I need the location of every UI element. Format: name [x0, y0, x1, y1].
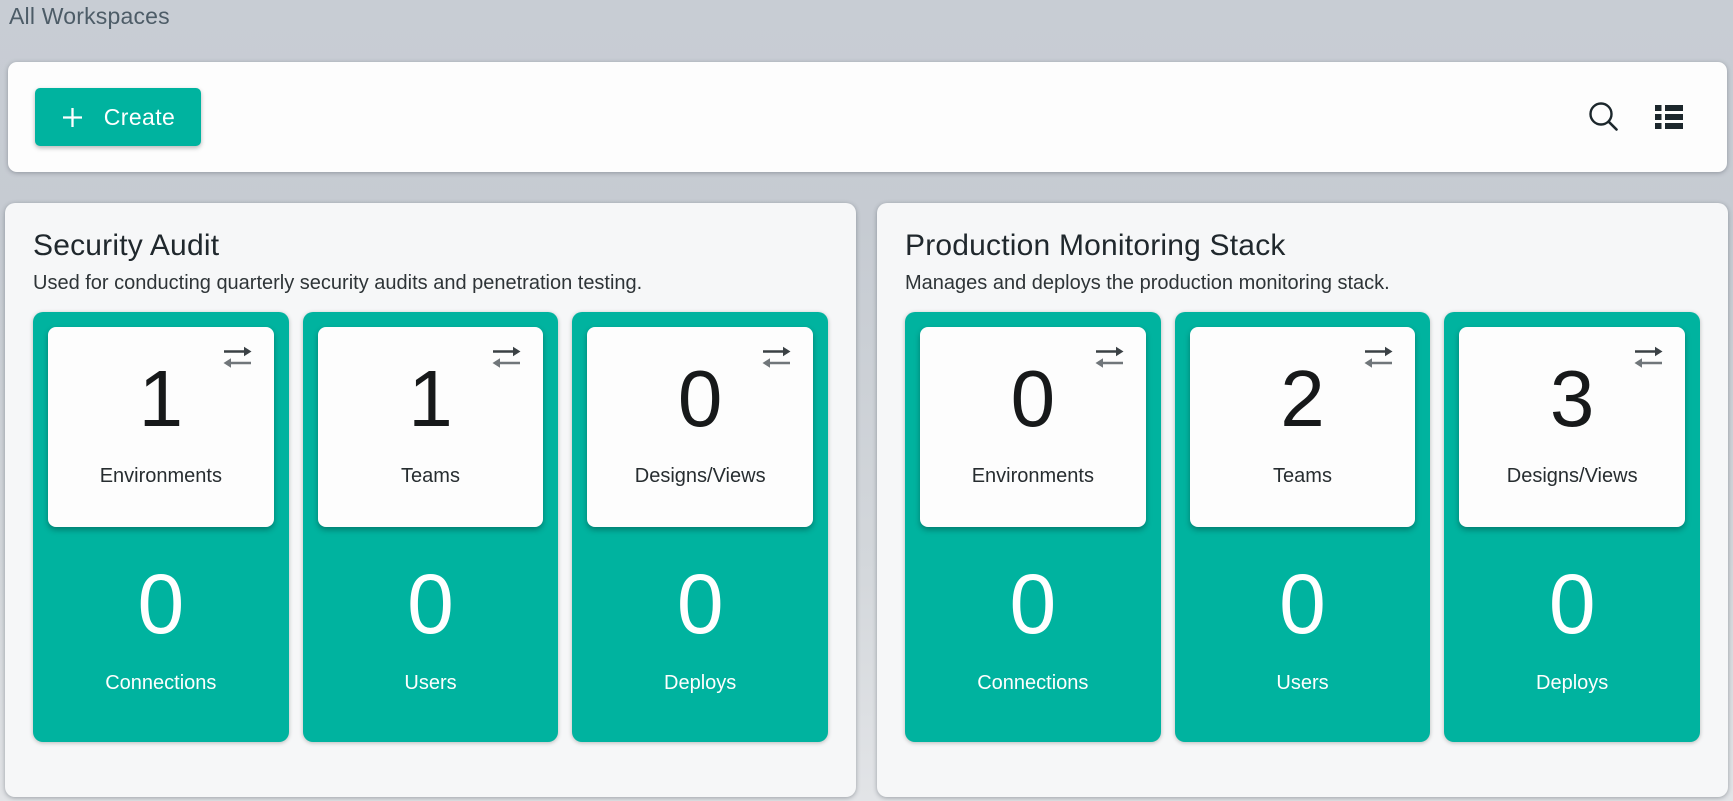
list-view-button[interactable] — [1647, 98, 1691, 136]
swap-arrows-icon[interactable] — [222, 346, 253, 369]
stat-top-label: Designs/Views — [1507, 465, 1638, 488]
stat-bottom-label: Users — [404, 672, 456, 695]
workspace-title: Production Monitoring Stack — [905, 229, 1700, 263]
stat-bottom-value: 0 — [1549, 536, 1596, 672]
stat-top-label: Environments — [100, 465, 222, 488]
search-icon — [1585, 99, 1621, 135]
stat-tiles: 0 Environments 0 Connections 2 — [905, 312, 1700, 742]
toolbar: Create — [8, 62, 1727, 172]
stat-tile-top: 1 Environments — [48, 327, 274, 527]
stat-bottom-label: Users — [1276, 672, 1328, 695]
stat-tile-environments[interactable]: 1 Environments 0 Connections — [33, 312, 289, 742]
stat-tile-teams[interactable]: 2 Teams 0 Users — [1175, 312, 1431, 742]
stat-top-value: 1 — [139, 333, 184, 465]
stat-top-label: Designs/Views — [635, 465, 766, 488]
swap-arrows-icon[interactable] — [491, 346, 522, 369]
workspace-description: Used for conducting quarterly security a… — [33, 272, 828, 295]
stat-tile-bottom: 0 Users — [1175, 527, 1431, 742]
stat-bottom-value: 0 — [407, 536, 454, 672]
stat-tile-bottom: 0 Deploys — [1444, 527, 1700, 742]
stat-tile-bottom: 0 Deploys — [572, 527, 828, 742]
stat-top-label: Environments — [972, 465, 1094, 488]
stat-top-value: 1 — [408, 333, 453, 465]
stat-bottom-value: 0 — [1009, 536, 1056, 672]
stat-tiles: 1 Environments 0 Connections 1 — [33, 312, 828, 742]
stat-bottom-value: 0 — [677, 536, 724, 672]
stat-top-value: 0 — [678, 333, 723, 465]
page-title: All Workspaces — [9, 3, 170, 30]
stat-bottom-label: Connections — [105, 672, 216, 695]
plus-icon — [61, 106, 84, 129]
stat-top-value: 3 — [1550, 333, 1595, 465]
stat-bottom-value: 0 — [1279, 536, 1326, 672]
workspace-description: Manages and deploys the production monit… — [905, 272, 1700, 295]
swap-arrows-icon[interactable] — [1363, 346, 1394, 369]
stat-top-label: Teams — [1273, 465, 1332, 488]
workspace-card: Security Audit Used for conducting quart… — [5, 203, 856, 797]
stat-tile-designs[interactable]: 0 Designs/Views 0 Deploys — [572, 312, 828, 742]
workspace-card: Production Monitoring Stack Manages and … — [877, 203, 1728, 797]
create-button[interactable]: Create — [35, 88, 201, 146]
stat-bottom-value: 0 — [137, 536, 184, 672]
stat-top-label: Teams — [401, 465, 460, 488]
stat-tile-top: 0 Designs/Views — [587, 327, 813, 527]
stat-bottom-label: Deploys — [664, 672, 736, 695]
stat-top-value: 2 — [1280, 333, 1325, 465]
stat-bottom-label: Connections — [977, 672, 1088, 695]
stat-bottom-label: Deploys — [1536, 672, 1608, 695]
list-view-icon — [1651, 102, 1687, 132]
search-button[interactable] — [1581, 95, 1625, 139]
stat-top-value: 0 — [1011, 333, 1056, 465]
stat-tile-bottom: 0 Connections — [905, 527, 1161, 742]
stat-tile-bottom: 0 Users — [303, 527, 559, 742]
stat-tile-top: 2 Teams — [1190, 327, 1416, 527]
stat-tile-top: 3 Designs/Views — [1459, 327, 1685, 527]
stat-tile-bottom: 0 Connections — [33, 527, 289, 742]
swap-arrows-icon[interactable] — [761, 346, 792, 369]
workspace-title: Security Audit — [33, 229, 828, 263]
stat-tile-teams[interactable]: 1 Teams 0 Users — [303, 312, 559, 742]
create-button-label: Create — [104, 104, 175, 131]
swap-arrows-icon[interactable] — [1633, 346, 1664, 369]
stat-tile-top: 0 Environments — [920, 327, 1146, 527]
stat-tile-top: 1 Teams — [318, 327, 544, 527]
swap-arrows-icon[interactable] — [1094, 346, 1125, 369]
stat-tile-designs[interactable]: 3 Designs/Views 0 Deploys — [1444, 312, 1700, 742]
workspace-cards: Security Audit Used for conducting quart… — [5, 203, 1728, 797]
stat-tile-environments[interactable]: 0 Environments 0 Connections — [905, 312, 1161, 742]
